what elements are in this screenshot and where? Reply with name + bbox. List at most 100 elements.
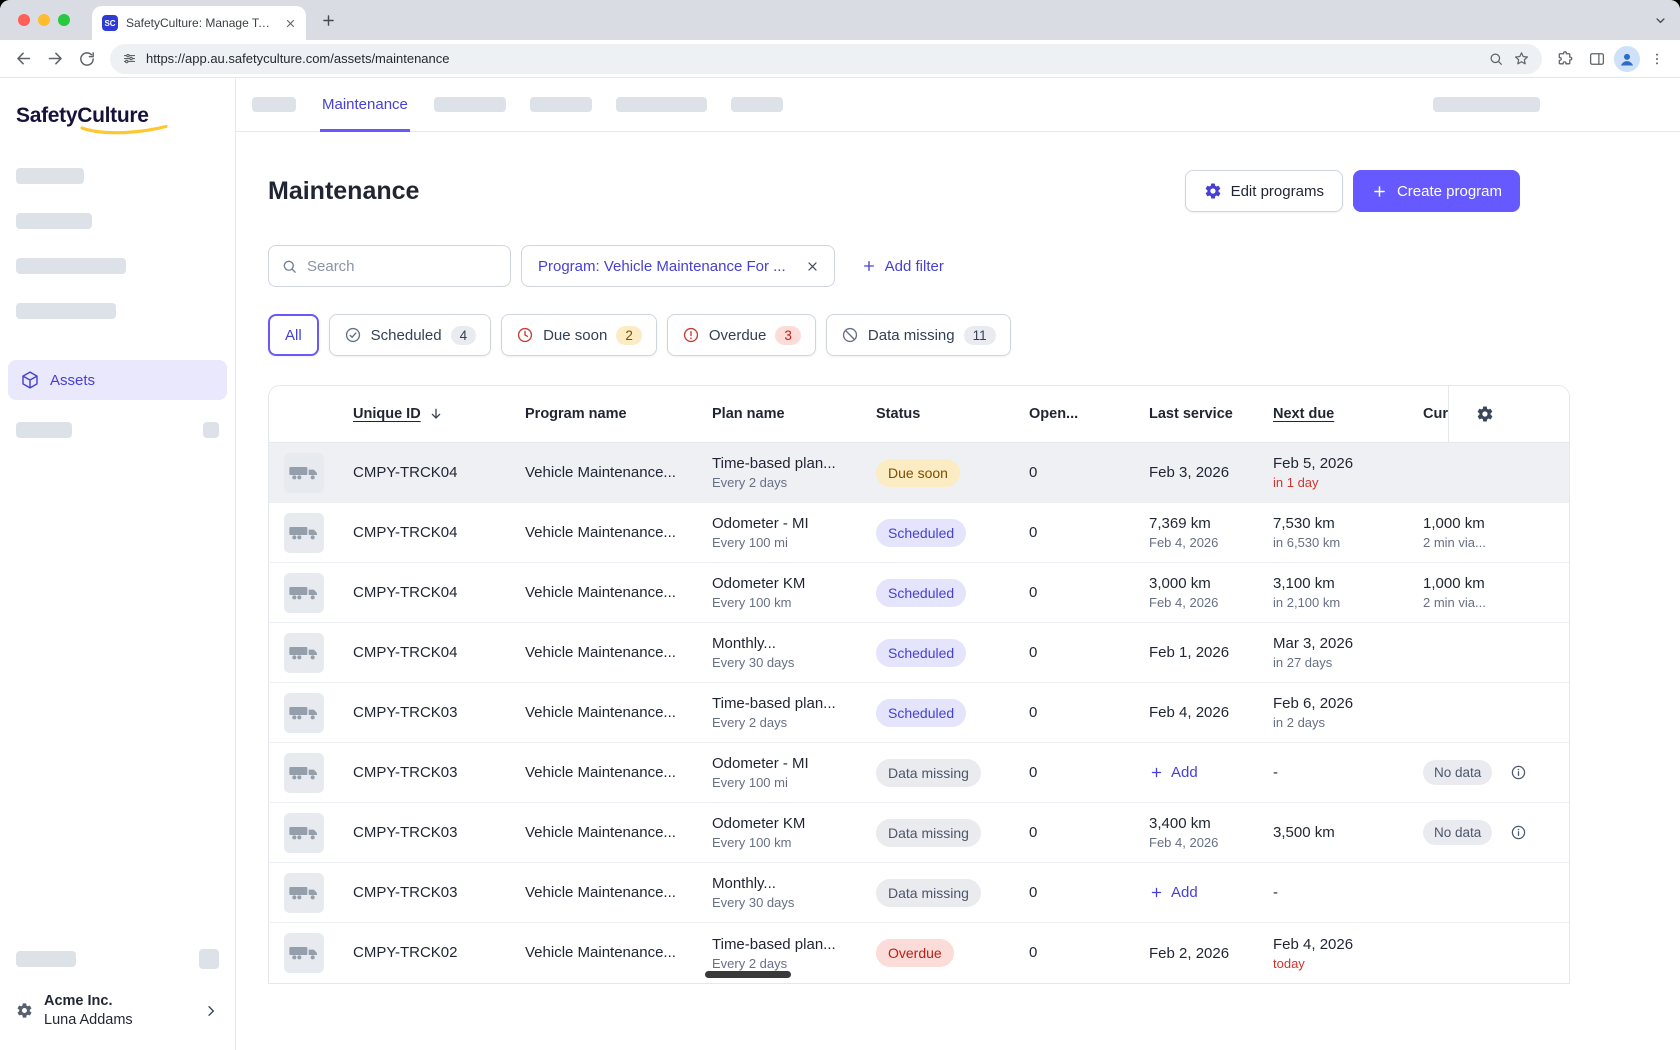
add-last-service-button[interactable]: Add [1149,764,1259,781]
tab-search-chevron-icon[interactable] [1653,0,1668,40]
maintenance-table: Unique ID Program name Plan name Status … [268,385,1570,984]
alert-circle-icon [682,326,700,344]
column-plan-name: Plan name [698,406,862,422]
forward-button[interactable] [40,44,70,74]
back-button[interactable] [8,44,38,74]
table-row[interactable]: CMPY-TRCK03 Vehicle Maintenance... Odome… [269,743,1569,803]
table-row[interactable]: CMPY-TRCK03 Vehicle Maintenance... Month… [269,863,1569,923]
check-circle-icon [344,326,362,344]
unique-id-value: CMPY-TRCK04 [353,644,457,661]
table-row[interactable]: CMPY-TRCK04 Vehicle Maintenance... Odome… [269,563,1569,623]
next-due-value: Mar 3, 2026 [1273,635,1409,652]
table-row[interactable]: CMPY-TRCK03 Vehicle Maintenance... Odome… [269,803,1569,863]
extensions-puzzle-icon[interactable] [1550,44,1580,74]
page-actions: Edit programs Create program [1185,170,1520,212]
status-badge: Overdue [876,939,954,967]
slash-circle-icon [841,326,859,344]
main-area: Maintenance Maintenance Edit programs [236,78,1680,1050]
traffic-lights [10,0,78,40]
table-settings-gear[interactable] [1448,386,1569,442]
filter-due-soon[interactable]: Due soon 2 [501,314,657,356]
column-program-name: Program name [511,406,698,422]
address-bar[interactable]: https://app.au.safetyculture.com/assets/… [110,44,1542,74]
filter-overdue[interactable]: Overdue 3 [667,314,816,356]
url-text[interactable]: https://app.au.safetyculture.com/assets/… [146,51,1479,66]
table-header: Unique ID Program name Plan name Status … [269,386,1569,443]
fullscreen-window-button[interactable] [58,14,70,26]
tab-close-icon[interactable] [282,15,298,31]
add-filter-button[interactable]: Add filter [861,258,944,275]
info-icon[interactable] [1510,764,1527,781]
no-data-cell: No data [1423,820,1570,845]
next-due-value: 7,530 km [1273,515,1409,532]
last-service-value: Feb 4, 2026 [1149,704,1259,721]
bookmark-star-icon[interactable] [1513,50,1530,67]
column-unique-id[interactable]: Unique ID [339,406,511,422]
table-row[interactable]: CMPY-TRCK03 Vehicle Maintenance... Time-… [269,683,1569,743]
remove-filter-icon[interactable] [798,251,828,281]
search-input[interactable] [307,258,498,275]
sidebar-item-assets[interactable]: Assets [8,360,227,400]
last-service-value: 7,369 km Feb 4, 2026 [1149,515,1259,550]
minimize-window-button[interactable] [38,14,50,26]
truck-icon [288,523,320,543]
status-badge: Data missing [876,879,981,907]
plus-icon [1149,765,1164,780]
assets-cube-icon [20,370,40,390]
search-box[interactable] [268,245,511,287]
edit-programs-button[interactable]: Edit programs [1185,170,1343,212]
table-row[interactable]: CMPY-TRCK02 Vehicle Maintenance... Time-… [269,923,1569,983]
program-name-value: Vehicle Maintenance... [525,764,676,781]
next-due-relative: today [1273,956,1409,971]
table-row[interactable]: CMPY-TRCK04 Vehicle Maintenance... Odome… [269,503,1569,563]
chevron-right-icon[interactable] [203,1003,219,1019]
site-settings-icon[interactable] [122,51,137,66]
filter-scheduled[interactable]: Scheduled 4 [329,314,491,356]
safetyculture-logo[interactable]: SafetyCulture [16,102,149,130]
next-due-value: Feb 5, 2026 [1273,455,1409,472]
filter-all[interactable]: All [268,314,319,356]
sidebar: SafetyCulture Assets [0,78,236,1050]
next-due-relative: in 27 days [1273,655,1409,670]
side-panel-icon[interactable] [1582,44,1612,74]
sidebar-skeleton-group [16,168,219,319]
count-badge: 11 [964,326,996,345]
account-switcher[interactable]: Acme Inc. Luna Addams [16,993,219,1028]
account-info: Acme Inc. Luna Addams [44,993,133,1028]
plan-name-value: Odometer KM [712,815,862,832]
zoom-icon[interactable] [1488,51,1504,67]
profile-avatar[interactable] [1614,46,1640,72]
page-title: Maintenance [268,177,419,206]
count-badge: 3 [775,326,801,345]
open-actions-count: 0 [1029,524,1037,541]
info-icon[interactable] [1510,824,1527,841]
new-tab-button[interactable] [314,6,342,34]
next-due-relative: in 1 day [1273,475,1409,490]
column-next-due[interactable]: Next due [1259,406,1409,422]
asset-truck-thumbnail [284,813,324,853]
add-last-service-button[interactable]: Add [1149,884,1259,901]
program-name-value: Vehicle Maintenance... [525,524,676,541]
sidebar-bottom: Acme Inc. Luna Addams [16,927,219,1028]
program-filter-chip[interactable]: Program: Vehicle Maintenance For ... [521,245,835,287]
skeleton-bar [16,213,92,229]
truck-icon [288,583,320,603]
skeleton-square [203,422,219,438]
truck-icon [288,763,320,783]
create-program-label: Create program [1397,183,1502,200]
browser-tab[interactable]: SC SafetyCulture: Manage Teams and... [92,6,306,40]
skeleton-nav-item [616,97,707,112]
tab-maintenance[interactable]: Maintenance [320,78,410,132]
reload-button[interactable] [72,44,102,74]
last-service-value: 3,400 km Feb 4, 2026 [1149,815,1259,850]
open-actions-count: 0 [1029,464,1037,481]
horizontal-scrollbar[interactable] [705,971,791,978]
create-program-button[interactable]: Create program [1353,170,1520,212]
filter-data-missing[interactable]: Data missing 11 [826,314,1011,356]
table-row[interactable]: CMPY-TRCK04 Vehicle Maintenance... Time-… [269,443,1569,503]
table-row[interactable]: CMPY-TRCK04 Vehicle Maintenance... Month… [269,623,1569,683]
browser-menu-kebab-icon[interactable] [1642,44,1672,74]
close-window-button[interactable] [18,14,30,26]
plan-frequency: Every 30 days [712,655,862,670]
next-due-value: 3,100 km [1273,575,1409,592]
